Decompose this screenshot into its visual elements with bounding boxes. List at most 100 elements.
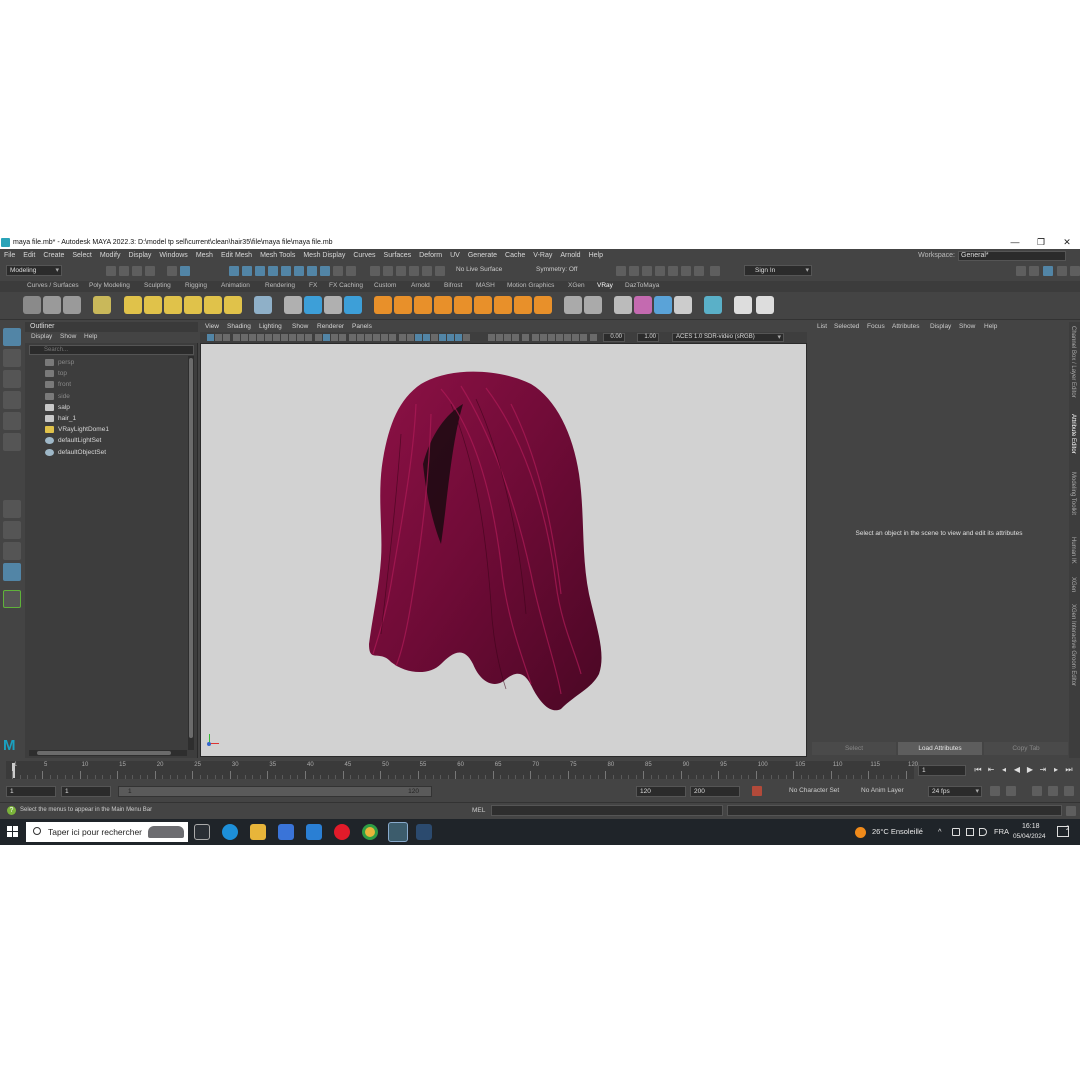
shelf-tab-vray[interactable]: VRay — [597, 282, 613, 289]
viewport-toolbar-icon[interactable] — [365, 334, 372, 341]
attr-menu-list[interactable]: List — [817, 323, 827, 330]
script-editor-icon[interactable] — [1066, 806, 1076, 816]
script-language-toggle[interactable]: MEL — [472, 807, 485, 814]
shelf-tool-icon[interactable] — [374, 296, 392, 314]
viewport-toolbar-icon[interactable] — [305, 334, 312, 341]
tray-chevron-icon[interactable]: ^ — [938, 819, 942, 845]
shelf-tool-icon[interactable] — [394, 296, 412, 314]
wifi-icon[interactable] — [966, 828, 974, 836]
shelf-tab-mash[interactable]: MASH — [476, 282, 495, 289]
shelf-tool-icon[interactable] — [43, 296, 61, 314]
shelf-tool-icon[interactable] — [634, 296, 652, 314]
shelf-tab-rendering[interactable]: Rendering — [265, 282, 295, 289]
status-tool-icon[interactable] — [320, 266, 330, 276]
viewport-toolbar-icon[interactable] — [580, 334, 587, 341]
restore-button[interactable]: ❐ — [1028, 236, 1054, 249]
attr-menu-display[interactable]: Display — [930, 323, 951, 330]
viewport-toolbar-icon[interactable] — [289, 334, 296, 341]
attr-menu-attributes[interactable]: Attributes — [892, 323, 919, 330]
volume-icon[interactable] — [979, 828, 987, 836]
status-tool-icon[interactable] — [268, 266, 278, 276]
viewport-toolbar-icon[interactable] — [223, 334, 230, 341]
lasso-tool-icon[interactable] — [3, 349, 21, 367]
range-start-field[interactable]: 1 — [6, 786, 56, 797]
select-tool-icon[interactable] — [3, 328, 21, 346]
status-tool-icon[interactable] — [396, 266, 406, 276]
outliner-item-side[interactable]: side — [45, 391, 185, 402]
attr-menu-show[interactable]: Show — [959, 323, 975, 330]
menu-file[interactable]: File — [4, 252, 15, 259]
file-explorer-icon[interactable] — [250, 824, 266, 840]
chrome-icon[interactable] — [362, 824, 378, 840]
viewport-toolbar-icon[interactable] — [463, 334, 470, 341]
four-view-layout-icon[interactable] — [3, 521, 21, 539]
load-attributes-button[interactable]: Load Attributes — [898, 742, 982, 755]
status-tool-icon[interactable] — [1043, 266, 1053, 276]
status-tool-icon[interactable] — [119, 266, 129, 276]
sign-in-button[interactable]: Sign In — [744, 265, 812, 276]
shelf-tab-poly-modeling[interactable]: Poly Modeling — [89, 282, 130, 289]
network-icon[interactable] — [952, 828, 960, 836]
viewport-toolbar-icon[interactable] — [281, 334, 288, 341]
side-tab-xgen[interactable]: XGen — [1070, 577, 1076, 592]
menu-v-ray[interactable]: V-Ray — [533, 252, 552, 259]
viewport-menu-lighting[interactable]: Lighting — [259, 323, 282, 330]
shelf-tool-icon[interactable] — [224, 296, 242, 314]
command-input[interactable] — [491, 805, 723, 816]
menu-edit[interactable]: Edit — [23, 252, 35, 259]
shelf-tool-icon[interactable] — [564, 296, 582, 314]
menu-modify[interactable]: Modify — [100, 252, 121, 259]
symmetry-label[interactable]: Symmetry: Off — [536, 266, 577, 273]
status-tool-icon[interactable] — [1016, 266, 1026, 276]
viewport-toolbar-icon[interactable] — [512, 334, 519, 341]
status-tool-icon[interactable] — [383, 266, 393, 276]
menu-mesh-tools[interactable]: Mesh Tools — [260, 252, 295, 259]
status-tool-icon[interactable] — [642, 266, 652, 276]
viewport-toolbar-icon[interactable] — [207, 334, 214, 341]
viewport-toolbar-icon[interactable] — [265, 334, 272, 341]
shelf-tool-icon[interactable] — [254, 296, 272, 314]
menu-select[interactable]: Select — [72, 252, 91, 259]
menu-cache[interactable]: Cache — [505, 252, 525, 259]
menu-mesh[interactable]: Mesh — [196, 252, 213, 259]
sound-icon[interactable] — [1006, 786, 1016, 796]
menu-display[interactable]: Display — [128, 252, 151, 259]
status-tool-icon[interactable] — [180, 266, 190, 276]
viewport-toolbar-icon[interactable] — [257, 334, 264, 341]
status-tool-icon[interactable] — [629, 266, 639, 276]
windows-start-icon[interactable] — [7, 826, 18, 837]
status-tool-icon[interactable] — [229, 266, 239, 276]
play-forwards-icon[interactable]: ▶ — [1025, 765, 1035, 775]
store-icon[interactable] — [278, 824, 294, 840]
menu-mesh-display[interactable]: Mesh Display — [303, 252, 345, 259]
paint-select-tool-icon[interactable] — [3, 370, 21, 388]
attr-menu-focus[interactable]: Focus — [867, 323, 885, 330]
status-tool-icon[interactable] — [333, 266, 343, 276]
status-tool-icon[interactable] — [106, 266, 116, 276]
status-tool-icon[interactable] — [409, 266, 419, 276]
shelf-tab-rigging[interactable]: Rigging — [185, 282, 207, 289]
go-to-start-icon[interactable]: ⏮ — [973, 765, 983, 775]
shelf-tool-icon[interactable] — [204, 296, 222, 314]
status-tool-icon[interactable] — [1057, 266, 1067, 276]
edge-icon[interactable] — [222, 824, 238, 840]
keyboard-language[interactable]: FRA — [994, 819, 1009, 845]
viewport-menu-panels[interactable]: Panels — [352, 323, 372, 330]
outliner-layout-icon[interactable] — [3, 563, 21, 581]
status-tool-icon[interactable] — [694, 266, 704, 276]
status-tool-icon[interactable] — [242, 266, 252, 276]
viewport-toolbar-icon[interactable] — [431, 334, 438, 341]
anim-layer-dropdown[interactable]: No Anim Layer — [861, 787, 904, 794]
menu-help[interactable]: Help — [589, 252, 603, 259]
viewport-toolbar-icon[interactable] — [564, 334, 571, 341]
shelf-tool-icon[interactable] — [434, 296, 452, 314]
shelf-tool-icon[interactable] — [304, 296, 322, 314]
shelf-tool-icon[interactable] — [654, 296, 672, 314]
status-tool-icon[interactable] — [346, 266, 356, 276]
exposure-field[interactable]: 0.00 — [603, 333, 625, 342]
gamma-field[interactable]: 1.00 — [637, 333, 659, 342]
shelf-tab-daztomaya[interactable]: DazToMaya — [625, 282, 659, 289]
status-tool-icon[interactable] — [132, 266, 142, 276]
status-tool-icon[interactable] — [422, 266, 432, 276]
color-space-dropdown[interactable]: ACES 1.0 SDR-video (sRGB) — [672, 333, 784, 342]
